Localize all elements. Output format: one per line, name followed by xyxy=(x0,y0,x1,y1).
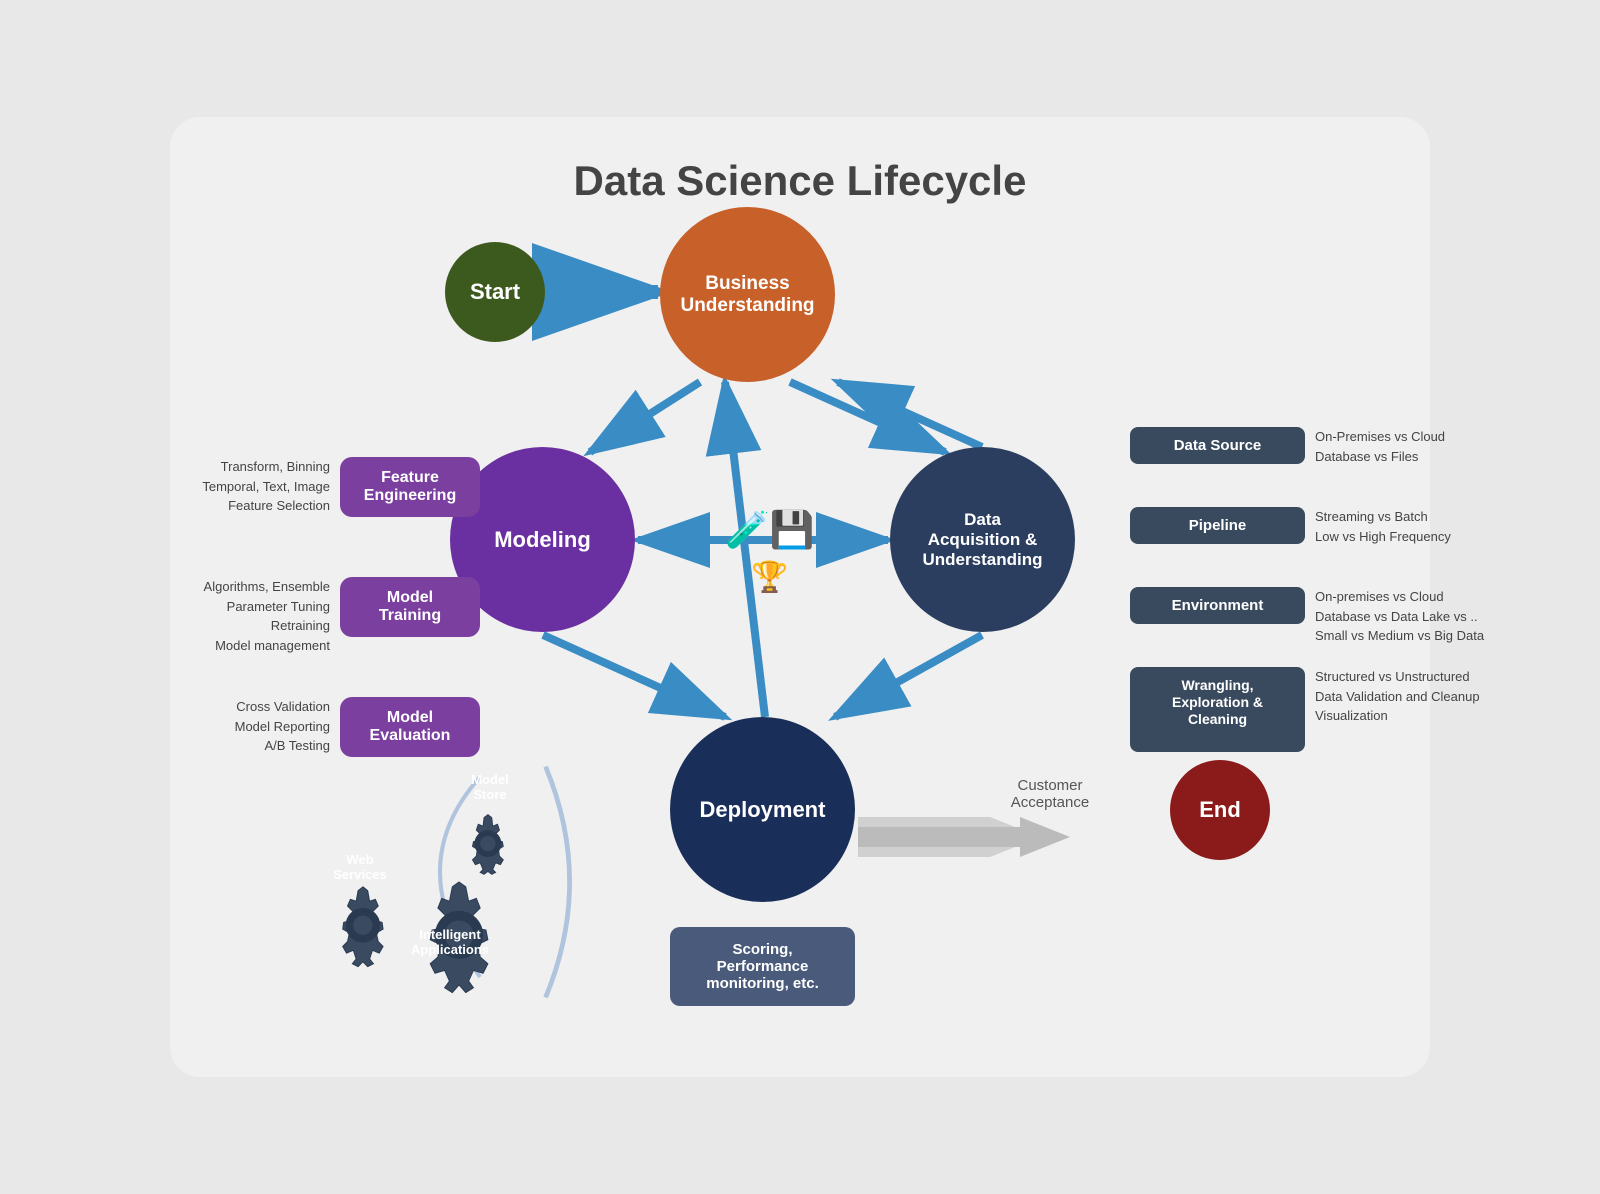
environment-text: On-premises vs CloudDatabase vs Data Lak… xyxy=(1315,587,1505,646)
feature-side-text: Transform, BinningTemporal, Text, ImageF… xyxy=(180,457,330,516)
page-title: Data Science Lifecycle xyxy=(190,137,1410,215)
pipeline-box: Pipeline xyxy=(1130,507,1305,544)
end-node: End xyxy=(1170,760,1270,860)
deployment-node: Deployment xyxy=(670,717,855,902)
data-source-box: Data Source xyxy=(1130,427,1305,464)
pipeline-text: Streaming vs BatchLow vs High Frequency xyxy=(1315,507,1505,546)
model-evaluation-box: Model Evaluation xyxy=(340,697,480,757)
business-understanding-node: Business Understanding xyxy=(660,207,835,382)
wrangling-box: Wrangling, Exploration & Cleaning xyxy=(1130,667,1305,752)
deployment-info-box: Scoring, Performance monitoring, etc. xyxy=(670,927,855,1006)
training-side-text: Algorithms, EnsembleParameter TuningRetr… xyxy=(180,577,330,655)
eval-side-text: Cross ValidationModel ReportingA/B Testi… xyxy=(180,697,330,756)
feature-engineering-box: Feature Engineering xyxy=(340,457,480,517)
customer-acceptance-label: Customer Acceptance xyxy=(990,777,1110,811)
environment-box: Environment xyxy=(1130,587,1305,624)
data-acquisition-node: Data Acquisition & Understanding xyxy=(890,447,1075,632)
diagram-container: Data Science Lifecycle xyxy=(170,117,1430,1077)
gears-diagram xyxy=(280,757,590,1007)
data-source-text: On-Premises vs CloudDatabase vs Files xyxy=(1315,427,1505,466)
start-node: Start xyxy=(445,242,545,342)
model-training-box: Model Training xyxy=(340,577,480,637)
center-icons: 🧪💾 🏆 xyxy=(725,507,815,595)
wrangling-text: Structured vs UnstructuredData Validatio… xyxy=(1315,667,1505,726)
